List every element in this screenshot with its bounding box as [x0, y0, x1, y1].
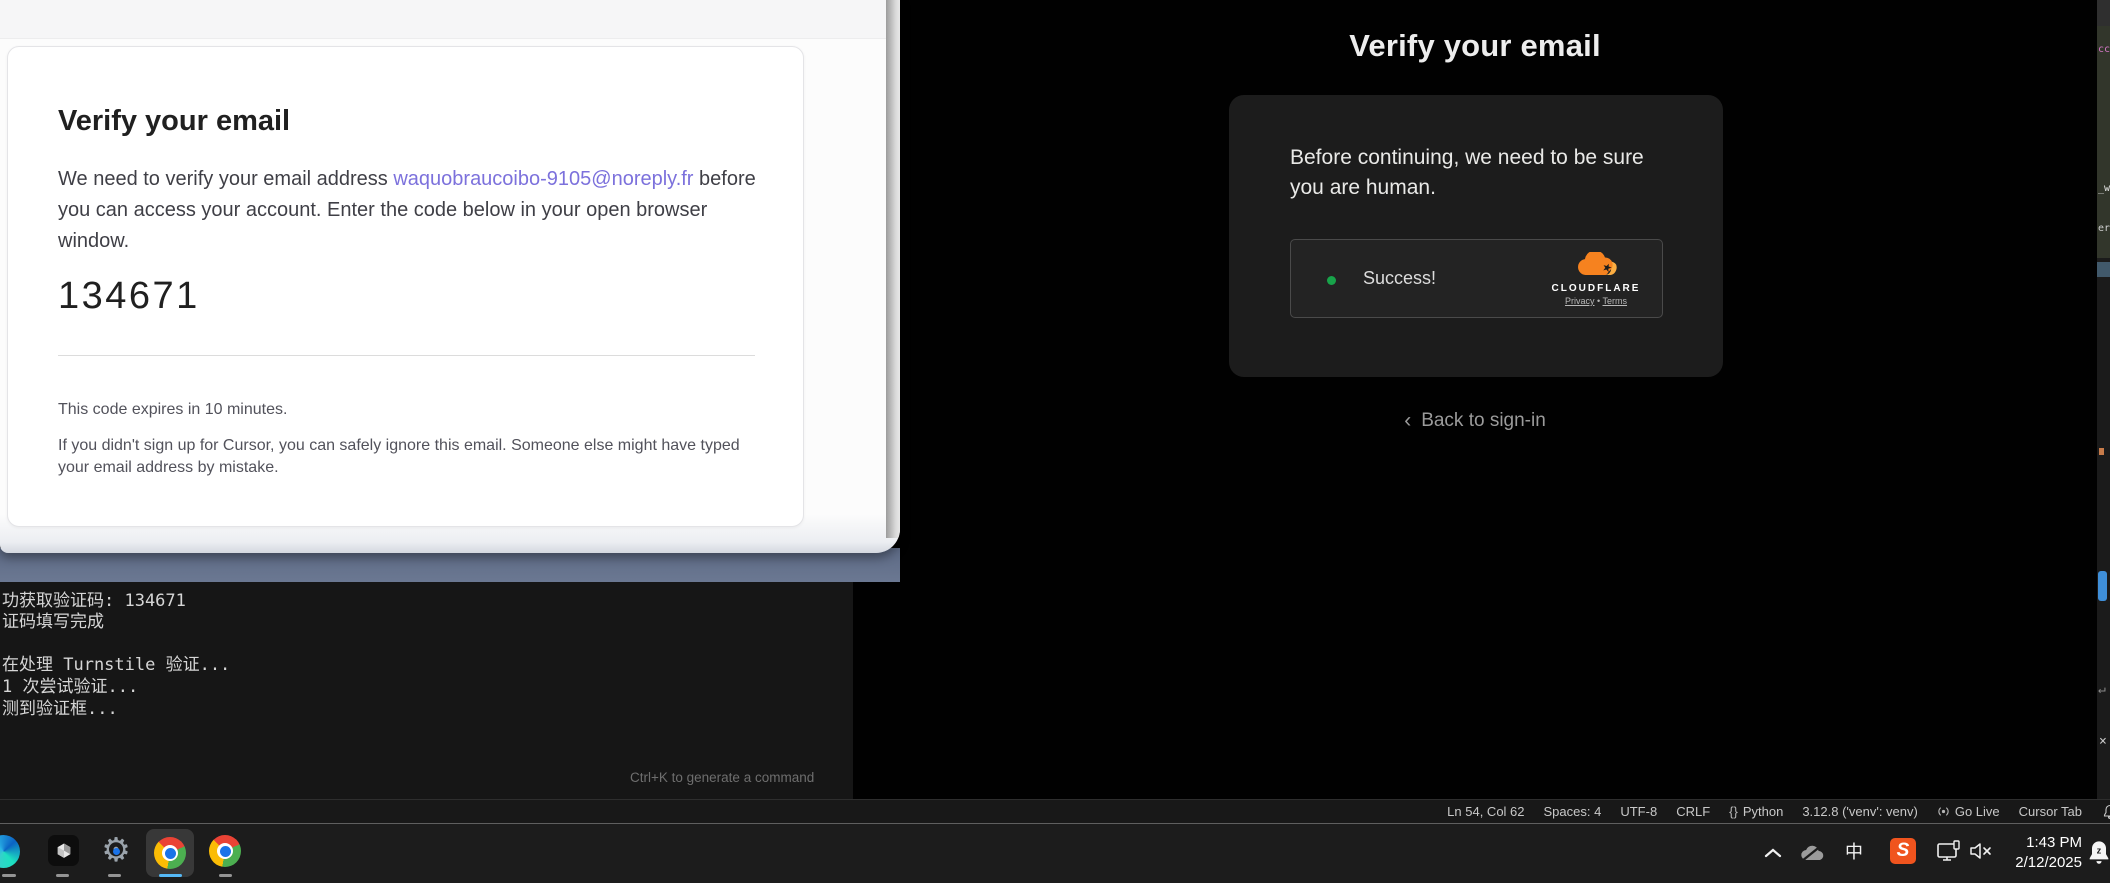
chevron-left-icon: ‹: [1404, 409, 1411, 433]
page-title: Verify your email: [853, 28, 2097, 64]
terminal-line: 测到验证框...: [2, 694, 118, 719]
email-scrollbar[interactable]: [886, 0, 900, 538]
cursor-position-indicator[interactable]: Ln 54, Col 62: [1447, 804, 1524, 819]
email-viewer-window: Verify your email We need to verify your…: [0, 0, 900, 582]
terminal-panel[interactable]: 功获取验证码: 134671 证码填写完成 在处理 Turnstile 验证..…: [0, 582, 853, 799]
go-live-label: Go Live: [1955, 804, 2000, 819]
notifications-bell-icon[interactable]: [2101, 804, 2110, 820]
cloudflare-brand-text: CLOUDFLARE: [1546, 283, 1646, 294]
cloudflare-cloud-icon: [1575, 252, 1617, 277]
turnstile-status: Success!: [1363, 268, 1436, 289]
sogou-input-icon[interactable]: S: [1890, 838, 1916, 864]
editor-selection-highlight: [2097, 262, 2110, 277]
app-running-indicator: [2, 874, 16, 877]
app-running-indicator: [219, 874, 232, 877]
chrome-browser-icon[interactable]: [154, 837, 186, 869]
svg-text:z: z: [2097, 846, 2102, 856]
email-body: We need to verify your email address waq…: [58, 164, 778, 257]
turnstile-links: Privacy • Terms: [1546, 296, 1646, 306]
back-to-sign-in-label: Back to sign-in: [1421, 410, 1546, 431]
braces-icon: {}: [1729, 804, 1738, 819]
desktop-screen: Verify your email Before continuing, we …: [0, 0, 2110, 883]
broadcast-icon: [1937, 805, 1950, 818]
human-check-text: Before continuing, we need to be sure yo…: [1290, 143, 1675, 203]
terminal-line: 证码填写完成: [2, 607, 104, 632]
cube-app-icon[interactable]: [48, 835, 79, 866]
email-content-card: Verify your email We need to verify your…: [7, 46, 804, 527]
email-window-header: [0, 0, 900, 39]
notification-bell-sleep-icon[interactable]: z: [2086, 839, 2110, 872]
windows-taskbar: ⚙ 中 S: [0, 823, 2110, 883]
chrome-active-highlight[interactable]: [146, 829, 194, 877]
email-surface: Verify your email We need to verify your…: [0, 0, 900, 553]
terms-link[interactable]: Terms: [1603, 296, 1628, 306]
app-running-indicator: [108, 874, 121, 877]
links-separator: •: [1597, 296, 1600, 306]
divider: [58, 355, 755, 356]
human-check-card: Before continuing, we need to be sure yo…: [1229, 95, 1723, 377]
code-fragment: cc: [2098, 44, 2110, 55]
language-label: Python: [1743, 804, 1783, 819]
taskbar-clock[interactable]: 1:43 PM 2/12/2025: [2002, 833, 2082, 873]
encoding-indicator[interactable]: UTF-8: [1620, 804, 1657, 819]
app-running-indicator: [56, 874, 69, 877]
volume-muted-icon[interactable]: [1969, 842, 1993, 865]
settings-gear-center: [113, 848, 120, 855]
onedrive-cloud-offline-icon[interactable]: [1799, 843, 1826, 868]
ime-language-indicator[interactable]: 中: [1845, 839, 1863, 865]
email-address-link[interactable]: waquobraucoibo-9105@noreply.fr: [393, 168, 693, 190]
privacy-link[interactable]: Privacy: [1565, 296, 1595, 306]
browser-verification-page: Verify your email Before continuing, we …: [853, 0, 2097, 799]
indentation-indicator[interactable]: Spaces: 4: [1544, 804, 1602, 819]
editor-mark: [2099, 448, 2104, 455]
return-key-icon: ↵: [2098, 682, 2106, 697]
language-indicator[interactable]: {} Python: [1729, 804, 1783, 819]
ide-status-bar: Ln 54, Col 62 Spaces: 4 UTF-8 CRLF {} Py…: [0, 799, 2110, 823]
cube-glyph-icon: [54, 841, 74, 861]
active-app-indicator: [159, 874, 182, 877]
go-live-button[interactable]: Go Live: [1937, 804, 2000, 819]
verification-code: 134671: [58, 275, 200, 318]
back-to-sign-in-link[interactable]: ‹ Back to sign-in: [853, 408, 2097, 432]
email-heading: Verify your email: [58, 105, 290, 138]
tray-chevron-up-icon[interactable]: [1764, 846, 1782, 864]
eol-indicator[interactable]: CRLF: [1676, 804, 1710, 819]
background-editor-sliver: cc _w er ↵ ×: [2097, 0, 2110, 799]
email-disclaimer: If you didn't sign up for Cursor, you ca…: [58, 435, 758, 479]
chrome-browser-icon-2[interactable]: [209, 835, 241, 867]
python-interpreter-indicator[interactable]: 3.12.8 ('venv': venv): [1802, 804, 1918, 819]
clock-date: 2/12/2025: [2002, 853, 2082, 873]
edge-browser-icon[interactable]: [0, 835, 20, 868]
code-fragment: _w: [2098, 183, 2110, 194]
cursor-tab-indicator[interactable]: Cursor Tab: [2019, 804, 2082, 819]
editor-tab-edge: [2097, 0, 2110, 26]
cloudflare-turnstile-widget[interactable]: Success! CLOUDFLARE Privacy • Terms: [1290, 239, 1663, 318]
editor-scrollbar-thumb[interactable]: [2098, 571, 2107, 601]
window-bottom-frame: [0, 548, 900, 582]
close-icon[interactable]: ×: [2099, 734, 2107, 749]
terminal-hint: Ctrl+K to generate a command: [630, 770, 814, 785]
display-cast-icon[interactable]: [1936, 840, 1962, 869]
success-dot-icon: [1327, 276, 1336, 285]
cloudflare-logo: CLOUDFLARE Privacy • Terms: [1546, 252, 1646, 306]
email-body-before: We need to verify your email address: [58, 168, 393, 190]
code-fragment: er: [2098, 223, 2110, 234]
code-expiry-note: This code expires in 10 minutes.: [58, 399, 758, 421]
clock-time: 1:43 PM: [2002, 833, 2082, 853]
